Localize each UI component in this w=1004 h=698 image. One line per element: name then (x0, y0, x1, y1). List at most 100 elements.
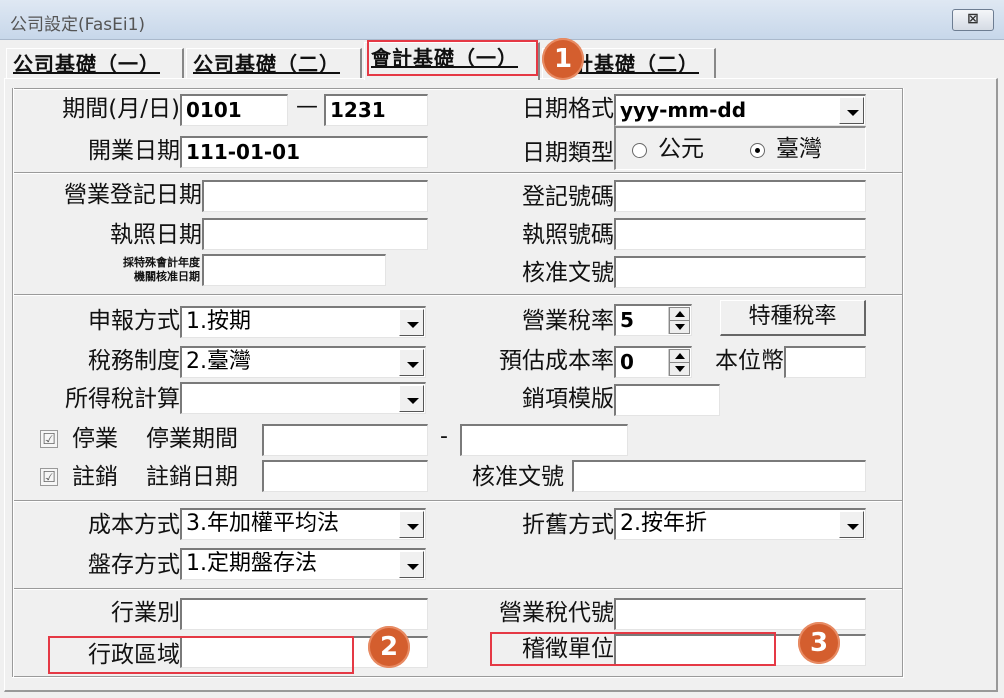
chevron-down-icon[interactable] (399, 309, 424, 336)
period-label: 期間(月/日) (62, 96, 180, 122)
callout-2: 2 (368, 626, 410, 668)
suspend-from-field[interactable] (262, 424, 428, 456)
period-from-field[interactable]: 0101 (180, 94, 288, 126)
approval-no-field[interactable] (614, 256, 866, 288)
business-tax-code-label: 營業稅代號 (499, 600, 614, 626)
district-highlight-box (48, 636, 354, 674)
business-tax-value: 5 (620, 308, 634, 332)
cancel-approval-label: 核准文號 (472, 464, 564, 490)
special-tax-button[interactable]: 特種稅率 (720, 300, 866, 336)
chevron-down-icon[interactable] (839, 97, 864, 124)
suspend-label: 停業 (72, 426, 118, 452)
cancel-approval-field[interactable] (572, 460, 866, 492)
section-right-edge (902, 88, 904, 677)
cost-method-select[interactable]: 3.年加權平均法 (180, 508, 426, 540)
suspend-period-label: 停業期間 (146, 426, 238, 452)
chevron-down-icon[interactable] (399, 349, 424, 376)
est-cost-value: 0 (620, 350, 634, 374)
tax-system-select[interactable]: 2.臺灣 (180, 346, 426, 378)
income-tax-select[interactable] (180, 382, 426, 414)
section-top-line (12, 88, 904, 90)
close-button[interactable]: ⊠ (952, 9, 994, 31)
industry-label: 行業別 (111, 600, 180, 626)
spin-up-icon[interactable] (669, 307, 690, 321)
period-dash: — (296, 94, 318, 119)
section-line-3 (12, 500, 904, 502)
chevron-down-icon[interactable] (399, 385, 424, 412)
reg-date-label: 營業登記日期 (64, 182, 202, 208)
approval-no-label: 核准文號 (522, 260, 614, 286)
chevron-down-icon[interactable] (839, 511, 864, 538)
window-title: 公司設定(FasEi1) (10, 15, 146, 35)
inventory-value: 1.定期盤存法 (186, 551, 317, 576)
est-cost-spinner[interactable]: 0 (614, 346, 692, 378)
open-date-label: 開業日期 (88, 138, 180, 164)
inventory-label: 盤存方式 (88, 552, 180, 578)
section-line-2 (12, 294, 904, 296)
radio-ad-icon[interactable] (632, 143, 647, 158)
callout-3: 3 (798, 622, 840, 664)
date-type-radio-group: 公元 臺灣 (614, 126, 866, 170)
inventory-select[interactable]: 1.定期盤存法 (180, 548, 426, 580)
depreciation-select[interactable]: 2.按年折 (614, 508, 866, 540)
suspend-dash: - (440, 424, 448, 449)
spinner-buttons[interactable] (668, 349, 690, 376)
open-date-field[interactable]: 111-01-01 (180, 136, 428, 168)
sales-template-label: 銷項模版 (522, 386, 614, 412)
tab-company-basic-1[interactable]: 公司基礎（一） (6, 48, 184, 79)
date-format-value: yyy-mm-dd (620, 98, 747, 122)
special-year-label-2: 機關核准日期 (134, 270, 200, 283)
tax-office-highlight-box (490, 632, 776, 666)
tab-company-basic-2[interactable]: 公司基礎（二） (186, 48, 362, 79)
depreciation-value: 2.按年折 (620, 511, 707, 536)
section-bottom-line (12, 676, 904, 678)
base-currency-label: 本位幣 (715, 348, 784, 374)
cost-method-value: 3.年加權平均法 (186, 511, 339, 536)
radio-taiwan-label[interactable]: 臺灣 (776, 134, 822, 164)
tab-highlight-box (367, 40, 538, 76)
license-no-field[interactable] (614, 218, 866, 250)
tax-system-label: 稅務制度 (88, 348, 180, 374)
special-year-label-1: 採特殊會計年度 (123, 256, 200, 269)
spinner-buttons[interactable] (668, 307, 690, 334)
spin-down-icon[interactable] (669, 320, 690, 334)
reg-no-field[interactable] (614, 180, 866, 212)
depreciation-label: 折舊方式 (522, 512, 614, 538)
cancel-date-field[interactable] (262, 460, 428, 492)
filing-method-select[interactable]: 1.按期 (180, 306, 426, 338)
suspend-to-field[interactable] (460, 424, 628, 456)
income-tax-label: 所得稅計算 (65, 386, 180, 412)
chevron-down-icon[interactable] (399, 511, 424, 538)
date-type-label: 日期類型 (522, 140, 614, 166)
cost-method-label: 成本方式 (88, 512, 180, 538)
spin-up-icon[interactable] (669, 349, 690, 363)
spin-down-icon[interactable] (669, 362, 690, 376)
section-left-edge (12, 88, 14, 677)
cancel-date-label: 註銷日期 (146, 464, 238, 490)
radio-taiwan-icon[interactable] (750, 143, 765, 158)
section-line-1 (12, 172, 904, 174)
license-date-field[interactable] (202, 218, 428, 250)
base-currency-field[interactable] (784, 346, 866, 378)
title-bar: 公司設定(FasEi1) ⊠ (0, 0, 1004, 40)
license-no-label: 執照號碼 (522, 222, 614, 248)
special-year-date-field[interactable] (202, 254, 386, 286)
section-line-4 (12, 588, 904, 590)
reg-date-field[interactable] (202, 180, 428, 212)
cancel-label: 註銷 (72, 464, 118, 490)
reg-no-label: 登記號碼 (522, 184, 614, 210)
period-to-field[interactable]: 1231 (324, 94, 428, 126)
date-format-select[interactable]: yyy-mm-dd (614, 94, 866, 126)
business-tax-spinner[interactable]: 5 (614, 304, 692, 336)
suspend-checkbox[interactable]: ☑ (40, 430, 58, 448)
tax-system-value: 2.臺灣 (186, 349, 251, 374)
callout-1: 1 (542, 38, 584, 80)
chevron-down-icon[interactable] (399, 551, 424, 578)
est-cost-label: 預估成本率 (499, 348, 614, 374)
cancel-checkbox[interactable]: ☑ (40, 468, 58, 486)
close-icon: ⊠ (967, 11, 979, 27)
radio-ad-label[interactable]: 公元 (658, 134, 704, 164)
filing-method-label: 申報方式 (88, 308, 180, 334)
sales-template-field[interactable] (614, 384, 720, 416)
business-tax-label: 營業稅率 (522, 308, 614, 334)
